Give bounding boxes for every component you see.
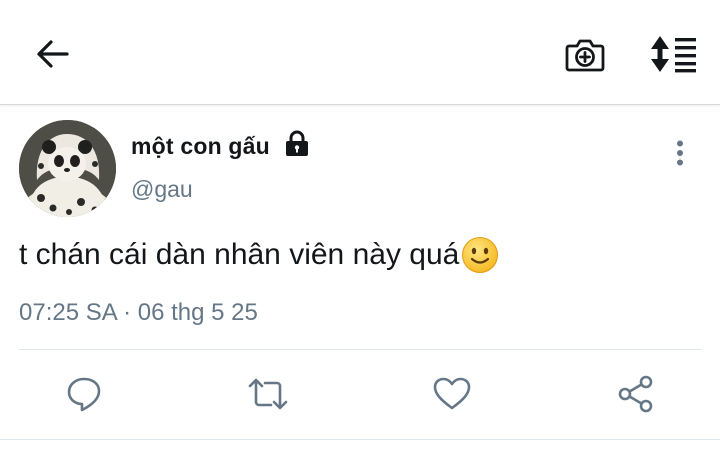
avatar[interactable] <box>19 120 116 217</box>
retweet-button[interactable] <box>246 372 290 416</box>
share-icon <box>618 375 653 413</box>
user-handle[interactable]: @gau <box>131 176 193 203</box>
arrow-left-icon <box>37 40 69 68</box>
sort-list-icon <box>651 36 696 73</box>
panda-avatar-image <box>19 120 116 217</box>
tweet-text: t chán cái dàn nhân viên này quá <box>19 236 499 274</box>
top-app-bar <box>0 0 720 105</box>
add-photo-button[interactable] <box>560 30 610 78</box>
divider <box>19 349 702 350</box>
slightly-smiling-face-emoji <box>461 236 499 274</box>
more-options-button[interactable] <box>668 136 692 170</box>
share-button[interactable] <box>614 372 658 416</box>
more-vertical-icon <box>677 140 683 166</box>
tweet-timestamp: 07:25 SA · 06 thg 5 25 <box>19 299 258 326</box>
heart-icon <box>433 377 471 410</box>
like-button[interactable] <box>430 372 474 416</box>
reply-icon <box>67 377 101 412</box>
display-name[interactable]: một con gấu <box>131 133 270 160</box>
retweet-icon <box>248 378 288 410</box>
lock-icon <box>284 130 310 158</box>
reply-button[interactable] <box>62 372 106 416</box>
divider <box>0 439 720 440</box>
camera-add-icon <box>565 39 605 72</box>
back-button[interactable] <box>30 32 74 76</box>
sort-button[interactable] <box>646 30 702 78</box>
tweet-text-content: t chán cái dàn nhân viên này quá <box>19 238 460 271</box>
